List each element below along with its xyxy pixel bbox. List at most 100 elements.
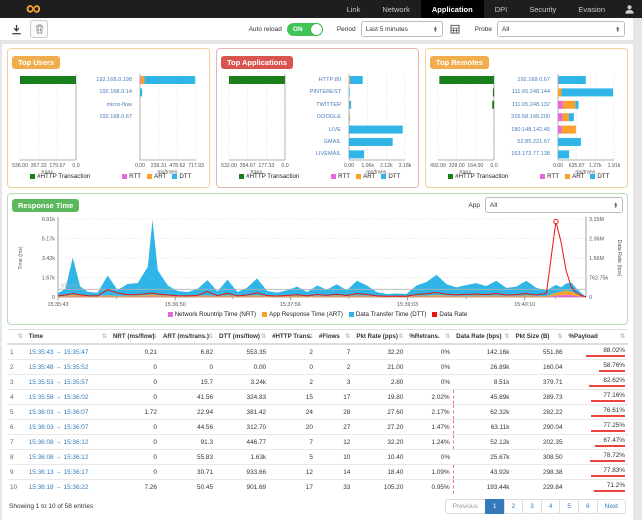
sort-icon[interactable]: ⇅: [261, 333, 266, 340]
cell-http: 17: [269, 480, 316, 495]
mini-row-label[interactable]: PINTEREST: [289, 88, 341, 96]
cell-datarate: 52.12k: [453, 435, 512, 450]
cell-flows: 33: [316, 480, 353, 495]
mini-row-label[interactable]: 111.65.248.132: [498, 101, 550, 109]
col-header-pktrate[interactable]: ⇅Pkt Rate (pps): [353, 330, 406, 345]
cell-time[interactable]: 15:36:08 → 15:36:12: [26, 435, 110, 450]
cell-pktrate: 105.20: [353, 480, 406, 495]
pagination-previous[interactable]: Previous: [445, 499, 486, 514]
calendar-button[interactable]: [447, 21, 463, 37]
sort-icon[interactable]: ⇅: [557, 333, 562, 340]
mini-row-label[interactable]: 180.148.142.45: [498, 126, 550, 134]
cell-time[interactable]: 15:35:53 → 15:35:57: [26, 375, 110, 390]
cell-time[interactable]: 15:35:43 → 15:35:47: [26, 344, 110, 360]
mini-row-label[interactable]: HTTP:80: [289, 76, 341, 84]
cell-flows: 27: [316, 420, 353, 435]
cell-time[interactable]: 15:36:03 → 15:36:07: [26, 405, 110, 420]
mini-row-label[interactable]: 111.65.248.144: [498, 88, 550, 96]
nav-item-dpi[interactable]: DPI: [484, 0, 519, 18]
table-row: 515:36:03 → 15:36:071.7222.94381.4224282…: [7, 405, 628, 420]
mini-row-label[interactable]: 192.168.0.67: [498, 76, 550, 84]
legend-swatch: [381, 174, 386, 179]
table-row: 315:35:53 → 15:35:57015.73.24k232.800%8.…: [7, 375, 628, 390]
axis-tick-label: 328.00: [449, 163, 465, 169]
cell-time[interactable]: 15:35:48 → 15:35:52: [26, 360, 110, 375]
y-right-axis-title: Data Rate (bps): [616, 240, 622, 277]
nav-item-network[interactable]: Network: [371, 0, 421, 18]
art-bar: [558, 88, 562, 96]
dtt-bar: [558, 76, 585, 84]
person-icon: [624, 4, 635, 15]
col-header-art[interactable]: ⇅ART (ms/trans.): [160, 330, 216, 345]
col-header-time[interactable]: ⇅Time: [26, 330, 110, 345]
cell-time[interactable]: 15:36:08 → 15:36:12: [26, 450, 110, 465]
col-header-payload[interactable]: ⇅%Payload: [566, 330, 629, 345]
cell-flows: 12: [316, 435, 353, 450]
pagination-next[interactable]: Next: [597, 499, 626, 514]
col-header-idx[interactable]: ⇅: [7, 330, 26, 345]
axis-tick-label: 536.00: [12, 163, 28, 169]
y-left-tick: 0: [52, 295, 55, 301]
download-button[interactable]: [8, 21, 24, 37]
y-right-tick: 1.56M: [589, 256, 604, 262]
pagination-page-2[interactable]: 2: [504, 499, 524, 514]
sort-icon[interactable]: ⇅: [102, 333, 107, 340]
mini-row-label[interactable]: GOOGLE: [289, 113, 341, 121]
sort-icon[interactable]: ⇅: [504, 333, 509, 340]
mini-row-label[interactable]: 192.168.0.14: [80, 88, 132, 96]
col-header-nrt[interactable]: ⇅NRT (ms/flow): [110, 330, 160, 345]
period-select[interactable]: Last 5 minutes ▲▼: [361, 21, 443, 37]
cell-pktsize: 379.71: [512, 375, 565, 390]
mini-row-label[interactable]: LIVE: [289, 126, 341, 134]
legend-item: Data Transfer Time (DTT): [349, 311, 426, 318]
nav-item-evasion[interactable]: Evasion: [567, 0, 616, 18]
cell-payload: 82.62%: [566, 375, 629, 390]
mini-row-label[interactable]: LIVEMAIL: [289, 150, 341, 158]
sort-icon[interactable]: ⇅: [620, 333, 625, 340]
threshold-label: 679 ms: [61, 283, 78, 289]
cell-time[interactable]: 15:36:13 → 15:36:17: [26, 465, 110, 480]
col-header-flows[interactable]: ⇅#Flows: [316, 330, 353, 345]
sort-icon[interactable]: ⇅: [445, 333, 450, 340]
clear-button[interactable]: [30, 20, 48, 38]
col-header-dtt[interactable]: ⇅DTT (ms/flow): [216, 330, 269, 345]
pagination-page-6[interactable]: 6: [578, 499, 598, 514]
mini-row-label[interactable]: 216.58.198.200: [498, 113, 550, 121]
mini-row-label[interactable]: 52.85.221.67: [498, 138, 550, 146]
mini-row-label[interactable]: micro-flow: [80, 101, 132, 109]
col-header-pktsize[interactable]: ⇅Pkt Size (B): [512, 330, 565, 345]
pagination-page-5[interactable]: 5: [559, 499, 579, 514]
cell-pktrate: 32.20: [353, 344, 406, 360]
cell-time[interactable]: 15:36:03 → 15:36:07: [26, 420, 110, 435]
table-row: 915:36:13 → 15:36:17030.71933.66121418.4…: [7, 465, 628, 480]
nav-item-link[interactable]: Link: [336, 0, 372, 18]
pagination-page-4[interactable]: 4: [541, 499, 561, 514]
sort-icon[interactable]: ⇅: [398, 333, 403, 340]
col-header-http[interactable]: ⇅#HTTP Trans.: [269, 330, 316, 345]
probe-select[interactable]: All ▲▼: [497, 21, 625, 37]
mini-row-label[interactable]: TWITTER: [289, 101, 341, 109]
cell-idx: 8: [7, 450, 26, 465]
mini-row-label[interactable]: 192.168.0.198: [80, 76, 132, 84]
sort-icon[interactable]: ⇅: [18, 333, 23, 340]
payload-value: 88.02%: [569, 347, 626, 354]
cell-time[interactable]: 15:36:18 → 15:36:22: [26, 480, 110, 495]
dtt-bar: [349, 150, 364, 158]
col-header-datarate[interactable]: ⇅Data Rate (bps): [453, 330, 512, 345]
nav-item-application[interactable]: Application: [421, 0, 484, 18]
sort-icon[interactable]: ⇅: [345, 333, 350, 340]
x-tick-label: 15:35:43: [48, 302, 69, 308]
mini-row-label[interactable]: GMAIL: [289, 138, 341, 146]
nav-item-security[interactable]: Security: [518, 0, 567, 18]
dtt-bar: [558, 138, 581, 146]
user-menu[interactable]: [616, 0, 642, 18]
auto-reload-toggle[interactable]: ON: [287, 23, 323, 36]
cell-time[interactable]: 15:35:58 → 15:36:02: [26, 390, 110, 405]
pagination-page-3[interactable]: 3: [522, 499, 542, 514]
app-select[interactable]: All ▲▼: [485, 197, 623, 213]
dtt-bar: [569, 113, 574, 121]
pagination-page-1[interactable]: 1: [485, 499, 505, 514]
mini-row-label[interactable]: 192.168.0.67: [80, 113, 132, 121]
mini-row-label[interactable]: 163.172.77.138: [498, 150, 550, 158]
col-header-retrans[interactable]: ⇅%Retrans.: [406, 330, 453, 345]
